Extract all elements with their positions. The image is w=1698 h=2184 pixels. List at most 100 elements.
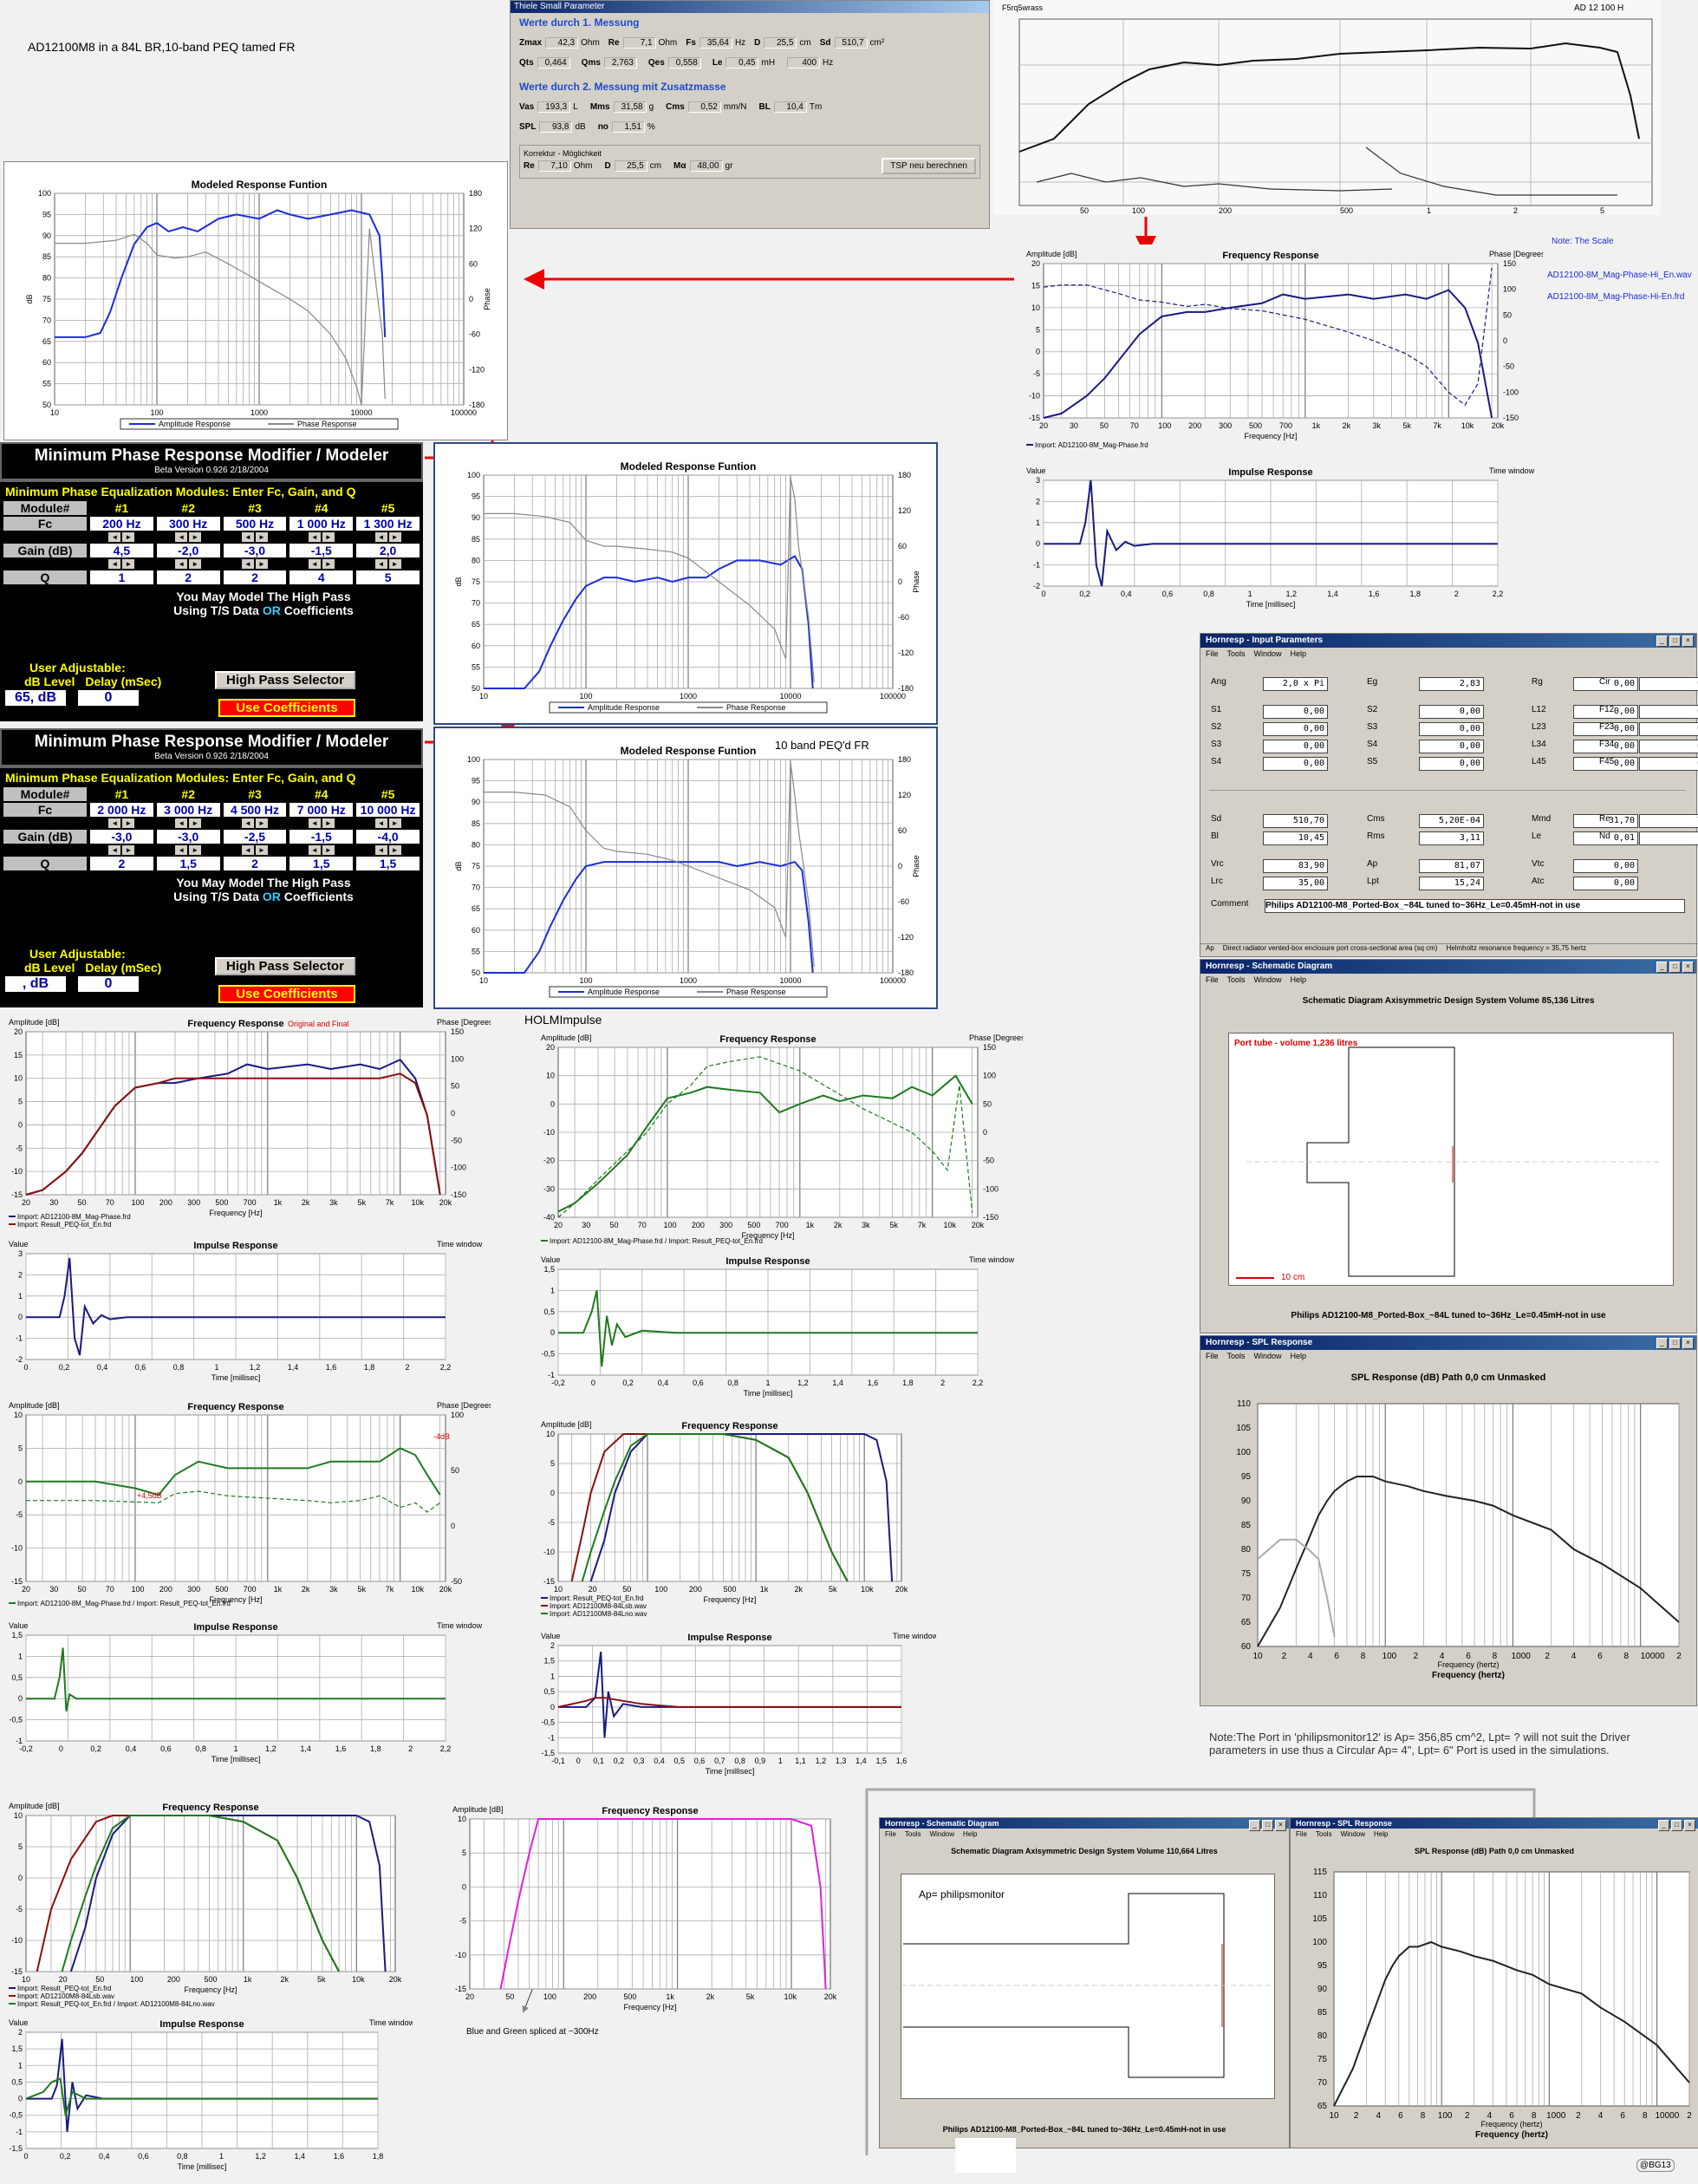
spinner[interactable]: ◄ ► — [157, 559, 220, 569]
comment-input[interactable]: Philips AD12100-M8_Ported-Box_~84L tuned… — [1265, 899, 1685, 913]
spin-right-icon[interactable]: ► — [388, 845, 401, 855]
fc-value[interactable]: 2 000 Hz — [90, 803, 153, 817]
q-value[interactable]: 2 — [223, 857, 287, 870]
param-input[interactable]: 1 — [1639, 831, 1698, 845]
gain-value[interactable]: -3,0 — [156, 830, 220, 844]
param-input[interactable]: 0,00 — [1263, 757, 1328, 771]
param-input[interactable]: 5,20E-04 — [1419, 814, 1484, 828]
param-input[interactable]: 10,45 — [1263, 831, 1328, 845]
spin-left-icon[interactable]: ◄ — [374, 845, 387, 855]
q-value[interactable]: 2 — [90, 857, 153, 870]
spinner[interactable]: ◄ ► — [157, 845, 220, 855]
q-value[interactable]: 4 — [290, 570, 354, 584]
param-input[interactable]: 0,00 — [1639, 757, 1698, 771]
minimize-button[interactable]: _ — [1249, 1820, 1260, 1831]
spinner[interactable]: ◄ ► — [290, 532, 353, 542]
close-button[interactable]: × — [1682, 962, 1694, 973]
q-value[interactable]: 2 — [223, 570, 287, 584]
spin-left-icon[interactable]: ◄ — [175, 845, 188, 855]
spin-right-icon[interactable]: ► — [388, 532, 401, 542]
dblevel-input[interactable]: 65, dB — [5, 690, 66, 706]
close-button[interactable]: × — [1684, 1820, 1695, 1831]
param-input[interactable]: 0,00 — [1639, 705, 1698, 719]
spin-right-icon[interactable]: ► — [122, 532, 135, 542]
fc-value[interactable]: 300 Hz — [156, 517, 220, 531]
spin-right-icon[interactable]: ► — [189, 818, 202, 828]
menu-item-help[interactable]: Help — [963, 1830, 977, 1838]
menu-item-file[interactable]: File — [1206, 1352, 1219, 1360]
fc-value[interactable]: 7 000 Hz — [290, 803, 354, 817]
spin-left-icon[interactable]: ◄ — [175, 559, 188, 569]
maximize-button[interactable]: □ — [1669, 636, 1681, 647]
menu-item-tools[interactable]: Tools — [1316, 1830, 1332, 1838]
menu-item-help[interactable]: Help — [1291, 975, 1307, 984]
spin-left-icon[interactable]: ◄ — [374, 559, 387, 569]
spin-left-icon[interactable]: ◄ — [241, 818, 254, 828]
minimize-button[interactable]: _ — [1656, 962, 1668, 973]
fc-value[interactable]: 3 000 Hz — [156, 803, 220, 817]
use-coefficients-button[interactable]: Use Coefficients — [218, 985, 355, 1003]
spin-left-icon[interactable]: ◄ — [175, 532, 188, 542]
menu-item-file[interactable]: File — [1296, 1830, 1307, 1838]
gain-value[interactable]: -3,0 — [223, 544, 287, 557]
spinner[interactable]: ◄ ► — [290, 559, 353, 569]
menu-item-file[interactable]: File — [1206, 649, 1219, 658]
menu-item-window[interactable]: Window — [1254, 649, 1282, 658]
spinner[interactable]: ◄ ► — [356, 845, 420, 855]
param-input[interactable]: 83,90 — [1263, 859, 1328, 873]
spin-left-icon[interactable]: ◄ — [374, 818, 387, 828]
q-value[interactable]: 1 — [90, 570, 153, 584]
param-input[interactable]: 15,24 — [1419, 877, 1484, 890]
param-input[interactable]: 7,10 — [1639, 814, 1698, 828]
param-input[interactable]: 2,0 x Pi — [1263, 677, 1328, 691]
q-value[interactable]: 1,5 — [156, 857, 220, 870]
spin-right-icon[interactable]: ► — [189, 559, 202, 569]
spinner[interactable]: ◄ ► — [224, 818, 287, 828]
spin-left-icon[interactable]: ◄ — [308, 818, 321, 828]
menu-item-file[interactable]: File — [885, 1830, 896, 1838]
gain-value[interactable]: 2,0 — [356, 544, 420, 557]
spin-right-icon[interactable]: ► — [255, 845, 268, 855]
spin-right-icon[interactable]: ► — [322, 532, 335, 542]
spin-right-icon[interactable]: ► — [189, 532, 202, 542]
q-value[interactable]: 1,5 — [290, 857, 354, 870]
param-input[interactable]: 0,00 — [1639, 677, 1698, 691]
minimize-button[interactable]: _ — [1656, 1338, 1668, 1349]
spin-right-icon[interactable]: ► — [255, 818, 268, 828]
maximize-button[interactable]: □ — [1669, 1338, 1681, 1349]
q-value[interactable]: 2 — [156, 570, 220, 584]
menu-item-help[interactable]: Help — [1291, 1352, 1307, 1360]
menu-item-tools[interactable]: Tools — [905, 1830, 921, 1838]
minimize-button[interactable]: _ — [1656, 636, 1668, 647]
spin-left-icon[interactable]: ◄ — [241, 532, 254, 542]
spin-right-icon[interactable]: ► — [388, 818, 401, 828]
spin-left-icon[interactable]: ◄ — [308, 559, 321, 569]
spinner[interactable]: ◄ ► — [157, 818, 220, 828]
param-input[interactable]: 0,00 — [1573, 877, 1638, 890]
spin-left-icon[interactable]: ◄ — [108, 532, 121, 542]
menu-item-window[interactable]: Window — [1254, 975, 1282, 984]
q-value[interactable]: 5 — [356, 570, 420, 584]
menu-item-window[interactable]: Window — [1341, 1830, 1365, 1838]
gain-value[interactable]: -2,5 — [223, 830, 287, 844]
menu-item-file[interactable]: File — [1206, 975, 1219, 984]
minimize-button[interactable]: _ — [1658, 1820, 1669, 1831]
menu-item-window[interactable]: Window — [930, 1830, 954, 1838]
param-input[interactable]: 0,00 — [1419, 757, 1484, 771]
spinner[interactable]: ◄ ► — [90, 845, 153, 855]
spin-right-icon[interactable]: ► — [122, 559, 135, 569]
spinner[interactable]: ◄ ► — [290, 818, 353, 828]
spin-left-icon[interactable]: ◄ — [308, 845, 321, 855]
close-button[interactable]: × — [1275, 1820, 1286, 1831]
fc-value[interactable]: 10 000 Hz — [356, 803, 420, 817]
param-input[interactable]: 510,70 — [1263, 814, 1328, 828]
spin-right-icon[interactable]: ► — [322, 818, 335, 828]
maximize-button[interactable]: □ — [1262, 1820, 1273, 1831]
gain-value[interactable]: -1,5 — [290, 830, 354, 844]
fc-value[interactable]: 4 500 Hz — [223, 803, 287, 817]
param-input[interactable]: 2,83 — [1419, 677, 1484, 691]
fc-value[interactable]: 200 Hz — [90, 517, 153, 531]
spinner[interactable]: ◄ ► — [224, 845, 287, 855]
param-input[interactable]: 0,00 — [1419, 705, 1484, 719]
menu-item-tools[interactable]: Tools — [1227, 1352, 1246, 1360]
